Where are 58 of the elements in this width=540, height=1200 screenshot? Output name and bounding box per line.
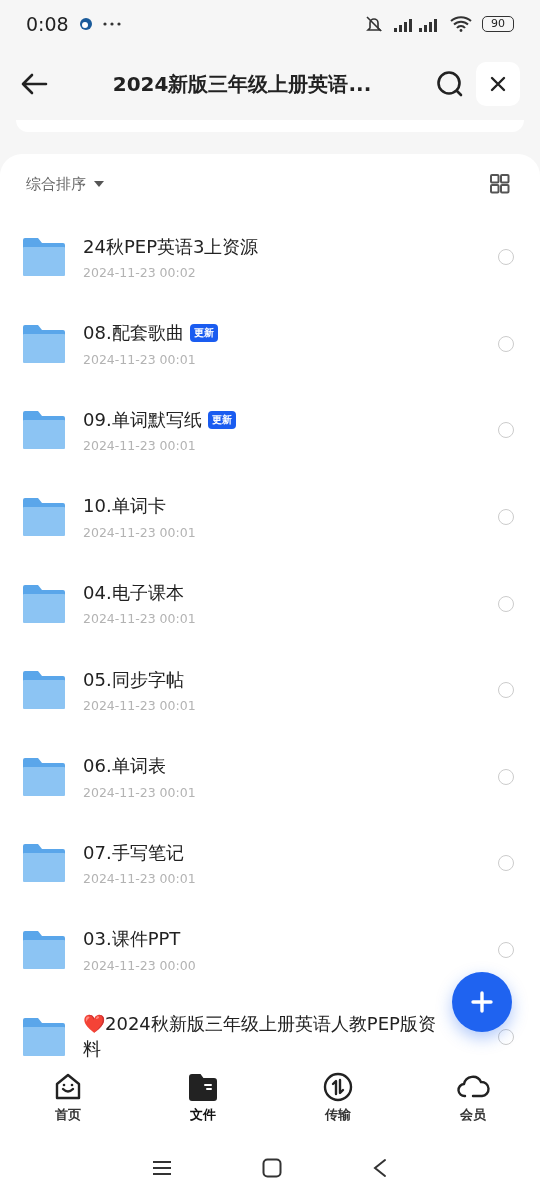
status-time: 0:08 bbox=[26, 13, 69, 35]
folder-icon bbox=[22, 843, 66, 884]
nav-tab[interactable]: 会员 bbox=[405, 1060, 540, 1135]
folder-icon bbox=[22, 583, 66, 624]
back-button[interactable] bbox=[20, 72, 48, 96]
menu-icon[interactable] bbox=[152, 1159, 172, 1176]
folder-icon bbox=[22, 410, 66, 451]
caret-icon bbox=[94, 181, 104, 187]
file-date: 2024-11-23 00:01 bbox=[83, 784, 197, 800]
app-logo-icon bbox=[78, 17, 93, 31]
file-name[interactable]: 24秋PEP英语3上资源 bbox=[83, 234, 259, 259]
folder-icon bbox=[22, 497, 66, 538]
more-icon bbox=[102, 22, 121, 26]
file-date: 2024-11-23 00:01 bbox=[83, 697, 197, 713]
plus-icon bbox=[471, 991, 493, 1013]
sort-dropdown[interactable]: 综合排序 bbox=[26, 174, 104, 194]
update-tag: 更新 bbox=[189, 324, 218, 343]
transfer-icon bbox=[322, 1071, 353, 1102]
mute-icon bbox=[364, 15, 384, 33]
folder-icon bbox=[22, 930, 66, 971]
folder-icon bbox=[22, 1016, 66, 1057]
nav-tab[interactable]: 传输 bbox=[270, 1060, 405, 1135]
file-date: 2024-11-23 00:01 bbox=[83, 871, 197, 887]
folder-icon bbox=[22, 237, 66, 278]
folder-icon bbox=[22, 670, 66, 711]
wifi-icon bbox=[450, 16, 472, 32]
file-name[interactable]: ❤2024秋新版三年级上册英语人教PEP版资料 bbox=[83, 1012, 448, 1060]
update-tag: 更新 bbox=[207, 410, 236, 429]
home-square-icon[interactable] bbox=[262, 1157, 282, 1178]
folder-icon bbox=[22, 756, 66, 797]
back-arrow-icon bbox=[20, 72, 48, 96]
file-date: 2024-11-23 00:01 bbox=[83, 524, 197, 540]
nav-tab[interactable]: 文件 bbox=[135, 1060, 270, 1135]
close-button[interactable] bbox=[476, 62, 520, 106]
file-name[interactable]: 08.配套歌曲 bbox=[83, 321, 184, 346]
file-name[interactable]: 09.单词默写纸 bbox=[83, 407, 202, 433]
file-name[interactable]: 05.同步字帖 bbox=[83, 667, 184, 692]
folder-icon bbox=[22, 323, 66, 364]
page-title: 2024新版三年级上册英语... bbox=[111, 70, 373, 98]
file-name[interactable]: 06.单词表 bbox=[83, 754, 166, 779]
search-button[interactable] bbox=[436, 70, 464, 98]
file-date: 2024-11-23 00:01 bbox=[83, 351, 197, 367]
folder-icon bbox=[187, 1071, 218, 1102]
search-icon bbox=[436, 70, 464, 98]
nav-tab[interactable]: 首页 bbox=[0, 1060, 135, 1135]
battery-level: 90 bbox=[482, 16, 514, 32]
file-date: 2024-11-23 00:00 bbox=[83, 957, 197, 973]
signal-icon bbox=[394, 16, 440, 32]
file-name[interactable]: 04.电子课本 bbox=[83, 581, 184, 606]
file-name[interactable]: 07.手写笔记 bbox=[83, 840, 184, 866]
close-icon bbox=[490, 76, 506, 92]
grid-view-icon[interactable] bbox=[490, 174, 510, 194]
file-date: 2024-11-23 00:02 bbox=[83, 264, 197, 280]
file-name[interactable]: 03.课件PPT bbox=[83, 927, 181, 952]
file-date: 2024-11-23 00:01 bbox=[83, 438, 197, 454]
file-name[interactable]: 10.单词卡 bbox=[83, 494, 166, 519]
back-icon[interactable] bbox=[372, 1157, 388, 1178]
file-date: 2024-11-23 00:01 bbox=[83, 611, 197, 627]
